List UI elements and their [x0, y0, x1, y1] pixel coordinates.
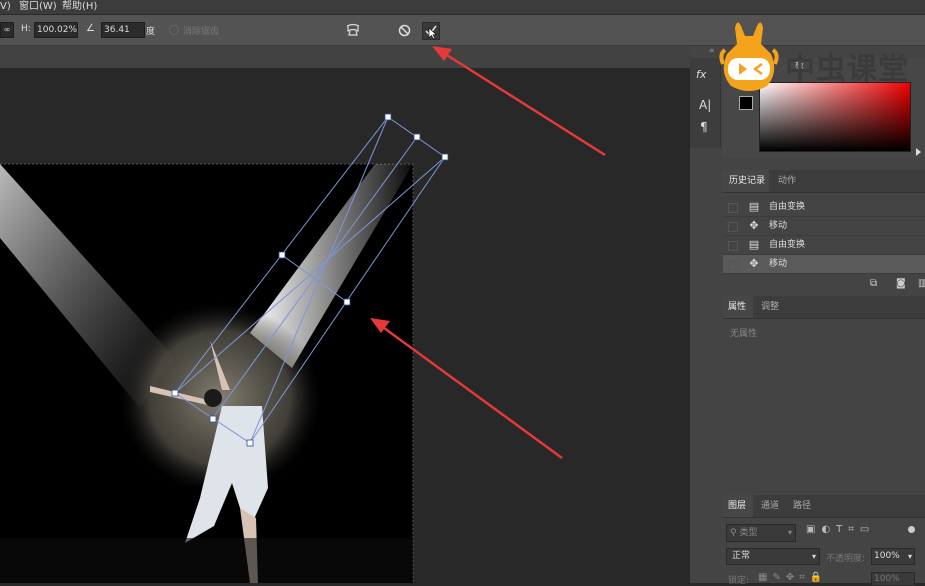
handle-bottom-right[interactable]: [246, 439, 254, 447]
watermark-logo: 中虫课堂: [715, 14, 925, 104]
new-document-from-state-icon[interactable]: ⧉: [870, 278, 877, 289]
menu-help[interactable]: 帮助(H): [62, 0, 97, 13]
blend-mode-select[interactable]: 正常 ▾: [726, 548, 820, 565]
fx-icon[interactable]: fx: [696, 68, 706, 81]
tab-channels[interactable]: 通道: [761, 496, 779, 516]
history-item[interactable]: ▤ 自由变换: [723, 198, 925, 217]
opacity-value: 100%: [874, 551, 900, 561]
move-tool-icon: ✥: [749, 219, 759, 232]
height-label: H:: [21, 24, 31, 34]
history-item-label: 移动: [769, 259, 788, 269]
opacity-input[interactable]: 100% ▾: [871, 548, 915, 565]
menu-window[interactable]: 窗口(W): [19, 0, 57, 13]
filter-kind-label: 类型: [739, 528, 758, 538]
blend-mode-value: 正常: [732, 551, 751, 561]
history-checkbox[interactable]: [728, 222, 738, 232]
history-checkbox[interactable]: [728, 203, 738, 213]
chevron-down-icon: ▾: [787, 528, 792, 537]
angle-icon: ∠: [86, 23, 95, 34]
document-tab-strip: [0, 46, 690, 69]
handle-top-right[interactable]: [441, 153, 449, 161]
handle-top-middle[interactable]: [413, 133, 421, 141]
history-checkbox[interactable]: [728, 241, 738, 251]
commit-transform-button[interactable]: [422, 22, 440, 40]
lock-options-icons[interactable]: ▦✎✥⌗🔒: [758, 572, 827, 583]
canvas-area: [0, 68, 690, 583]
tab-properties[interactable]: 属性: [728, 297, 746, 317]
layers-tab-bar: 图层 通道 路径: [723, 495, 925, 518]
paragraph-icon[interactable]: ¶: [700, 120, 708, 134]
chevron-down-icon: ▾: [811, 552, 816, 561]
history-item[interactable]: ▤ 自由变换: [723, 236, 925, 255]
warp-icon[interactable]: [345, 22, 361, 38]
cancel-transform-icon[interactable]: [398, 24, 411, 37]
snapshot-camera-icon[interactable]: ◙: [896, 278, 906, 289]
layer-filter-icons[interactable]: ▣◐T⌗▭: [806, 524, 875, 535]
move-tool-icon: ✥: [749, 257, 759, 270]
menu-bar: V) 窗口(W) 帮助(H): [0, 0, 925, 15]
handle-top-left[interactable]: [384, 113, 392, 121]
tab-layers[interactable]: 图层: [728, 496, 746, 516]
tab-actions[interactable]: 动作: [778, 171, 796, 191]
no-properties-text: 无属性: [730, 329, 758, 339]
properties-tab-bar: 属性 调整: [723, 296, 925, 319]
search-icon: ⚲: [730, 528, 737, 538]
antialias-label: 消除锯齿: [183, 27, 220, 37]
handle-middle-right[interactable]: [343, 298, 351, 306]
fill-input[interactable]: 100%: [871, 572, 915, 586]
tab-history[interactable]: 历史记录: [729, 171, 765, 191]
handle-bottom-left[interactable]: [171, 389, 179, 397]
history-tab-bar: 历史记录 动作: [723, 170, 925, 193]
handle-middle-left[interactable]: [278, 251, 286, 259]
collapse-arrows-icon[interactable]: «: [709, 46, 715, 56]
handle-bottom-middle[interactable]: [209, 415, 217, 423]
mascot-logo-icon: [719, 22, 779, 92]
angle-input[interactable]: 36.41: [101, 22, 145, 38]
delete-trash-icon[interactable]: ▥: [918, 278, 925, 289]
checkmark-icon: [425, 25, 437, 40]
history-item-label: 自由变换: [769, 202, 806, 212]
document-icon: ▤: [748, 238, 760, 251]
filter-toggle-icon[interactable]: [908, 526, 915, 533]
history-item-selected[interactable]: ✥ 移动: [723, 255, 925, 274]
menu-view[interactable]: V): [0, 0, 11, 13]
opacity-label: 不透明度:: [826, 554, 866, 564]
tab-adjustments[interactable]: 调整: [761, 297, 779, 317]
document-icon: ▤: [748, 200, 760, 213]
history-item[interactable]: ✥ 移动: [723, 217, 925, 236]
link-icon[interactable]: ∞: [0, 22, 14, 38]
lock-label: 锁定:: [728, 576, 750, 586]
character-icon[interactable]: A|: [699, 98, 711, 112]
height-input[interactable]: 100.02%: [34, 22, 78, 38]
hue-slider-arrow-icon[interactable]: [916, 148, 921, 156]
layer-filter-dropdown[interactable]: ⚲ 类型 ▾: [726, 524, 796, 542]
antialias-checkbox[interactable]: [169, 25, 179, 35]
chevron-down-icon: ▾: [907, 552, 912, 561]
history-item-label: 自由变换: [769, 240, 806, 250]
tab-paths[interactable]: 路径: [793, 496, 811, 516]
degree-label: 度: [146, 27, 156, 37]
history-item-label: 移动: [769, 221, 788, 231]
history-checkbox[interactable]: [728, 260, 738, 270]
document-canvas[interactable]: [0, 68, 690, 583]
watermark-text: 中虫课堂: [785, 52, 909, 87]
